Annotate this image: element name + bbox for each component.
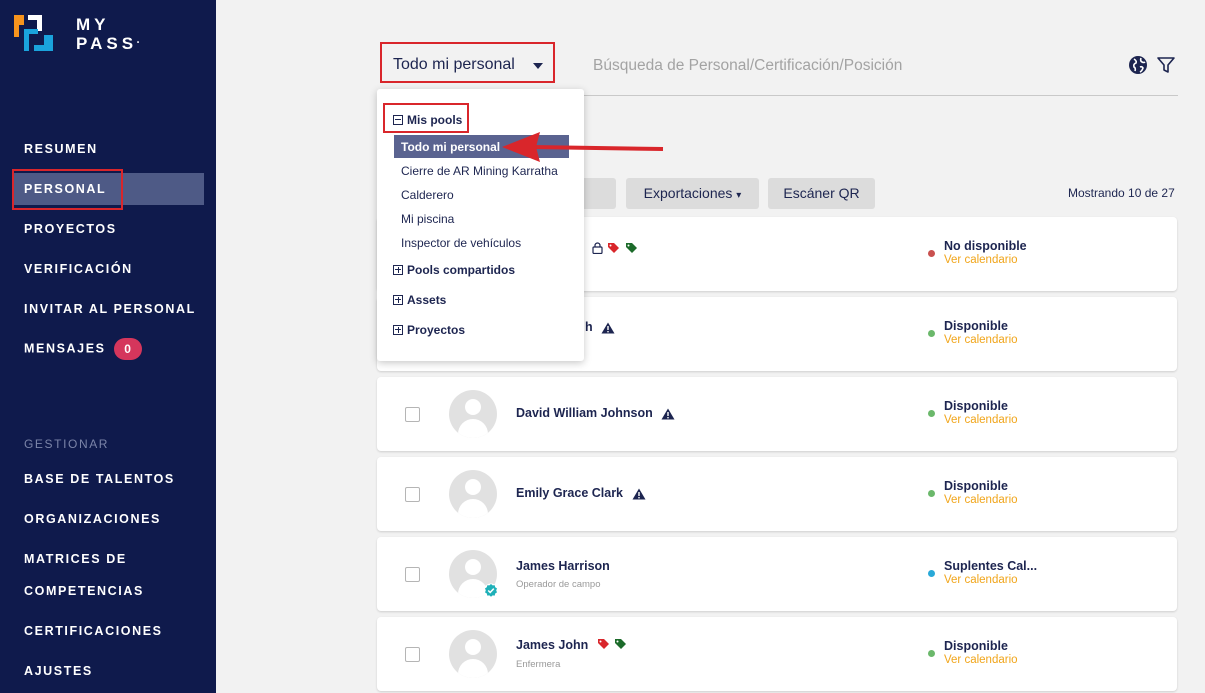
sidebar-item-verificacion[interactable]: VERIFICACIÓN	[24, 262, 133, 276]
sidebar-item-mensajes-label: MENSAJES	[24, 341, 106, 356]
expand-icon	[393, 324, 403, 335]
sidebar-item-organizaciones[interactable]: ORGANIZACIONES	[24, 512, 161, 526]
verified-badge-icon	[483, 583, 499, 599]
expand-icon	[393, 294, 403, 305]
globe-icon[interactable]	[1128, 55, 1148, 75]
section-label-gestionar: GESTIONAR	[24, 437, 110, 451]
row-checkbox[interactable]	[405, 567, 420, 582]
dropdown-item-pool[interactable]: Cierre de AR Mining Karratha	[401, 164, 558, 178]
dropdown-item-pool[interactable]: Inspector de vehículos	[401, 236, 521, 250]
sidebar-item-resumen[interactable]: RESUMEN	[24, 142, 98, 156]
status-dot	[928, 490, 935, 497]
person-role: Operador de campo	[516, 579, 601, 590]
status-label: Disponible	[944, 399, 1008, 413]
exports-button[interactable]: Exportaciones ▾	[626, 178, 759, 209]
view-calendar-link[interactable]: Ver calendario	[944, 414, 1018, 426]
sidebar-item-matrices[interactable]: MATRICES DE	[24, 552, 127, 566]
dropdown-group-projects[interactable]: Proyectos	[393, 323, 465, 337]
status-label: No disponible	[944, 239, 1027, 253]
dropdown-group-shared-pools[interactable]: Pools compartidos	[393, 263, 515, 277]
status-dot	[928, 330, 935, 337]
row-checkbox[interactable]	[405, 487, 420, 502]
expand-icon	[393, 264, 403, 275]
annotation-arrow	[502, 132, 664, 162]
collapse-icon	[393, 114, 403, 125]
row-checkbox[interactable]	[405, 407, 420, 422]
view-calendar-link[interactable]: Ver calendario	[944, 334, 1018, 346]
results-count: Mostrando 10 de 27	[1068, 186, 1175, 200]
chevron-down-icon[interactable]	[533, 63, 543, 69]
dropdown-item-pool[interactable]: Calderero	[401, 188, 454, 202]
avatar	[449, 470, 497, 518]
sidebar: MY PASS• RESUMEN PERSONAL PROYECTOS VERI…	[0, 0, 216, 693]
person-name-row[interactable]: James John	[516, 638, 627, 652]
sidebar-item-proyectos[interactable]: PROYECTOS	[24, 222, 117, 236]
person-card[interactable]: James John Enfermera Disponible Ver cale…	[377, 617, 1177, 691]
status-dot	[928, 650, 935, 657]
dropdown-group-label: Pools compartidos	[407, 263, 516, 277]
qr-scanner-button[interactable]: Escáner QR	[768, 178, 875, 209]
warning-icon	[601, 322, 615, 334]
red-tag-icon	[597, 638, 609, 649]
person-name: Emily Grace Clark	[516, 486, 624, 500]
person-name[interactable]: James Harrison	[516, 559, 610, 573]
dropdown-group-my-pools[interactable]: Mis pools	[393, 113, 462, 127]
person-role: Enfermera	[516, 659, 561, 670]
exports-caret-icon: ▾	[736, 190, 742, 201]
brand-line-1: MY	[76, 15, 110, 34]
person-name: James John	[516, 638, 589, 652]
person-name-row[interactable]: Emily Grace Clark	[516, 486, 646, 500]
search-input[interactable]: Búsqueda de Personal/Certificación/Posic…	[593, 57, 902, 75]
status-label: Disponible	[944, 319, 1008, 333]
green-tag-icon	[615, 638, 627, 649]
status-dot	[928, 250, 935, 257]
messages-count-badge: 0	[113, 338, 142, 360]
sidebar-item-certificaciones[interactable]: CERTIFICACIONES	[24, 624, 163, 638]
person-name-row: h	[585, 320, 615, 334]
sidebar-item-mensajes[interactable]: MENSAJES 0	[24, 338, 142, 360]
dropdown-group-label: Assets	[407, 293, 447, 307]
sidebar-item-personal[interactable]: PERSONAL	[24, 182, 106, 196]
trademark-mark: •	[137, 40, 140, 46]
brand-name: MY PASS•	[76, 15, 139, 53]
status-label: Suplentes Cal...	[944, 559, 1038, 573]
lock-icon	[592, 242, 603, 254]
dropdown-item-pool[interactable]: Mi piscina	[401, 212, 454, 226]
person-card[interactable]: David William Johnson Disponible Ver cal…	[377, 377, 1177, 451]
exports-label: Exportaciones	[643, 185, 733, 201]
dropdown-item-selected-label: Todo mi personal	[401, 140, 501, 154]
person-name: h	[585, 320, 593, 334]
green-tag-icon	[625, 242, 637, 253]
dropdown-group-label: Mis pools	[407, 113, 463, 127]
avatar	[449, 390, 497, 438]
filter-icon[interactable]	[1156, 55, 1176, 75]
pool-select[interactable]: Todo mi personal	[393, 56, 515, 74]
mypass-logo[interactable]	[14, 15, 54, 51]
person-card[interactable]: Emily Grace Clark Disponible Ver calenda…	[377, 457, 1177, 531]
warning-icon	[661, 408, 675, 420]
dropdown-group-assets[interactable]: Assets	[393, 293, 446, 307]
status-dot	[928, 570, 935, 577]
view-calendar-link[interactable]: Ver calendario	[944, 494, 1018, 506]
person-card[interactable]: James Harrison Operador de campo Suplent…	[377, 537, 1177, 611]
view-calendar-link[interactable]: Ver calendario	[944, 574, 1018, 586]
view-calendar-link[interactable]: Ver calendario	[944, 254, 1018, 266]
warning-icon	[632, 488, 645, 500]
view-calendar-link[interactable]: Ver calendario	[944, 654, 1018, 666]
avatar	[449, 630, 497, 678]
person-name-row[interactable]: David William Johnson	[516, 406, 675, 420]
status-label: Disponible	[944, 639, 1008, 653]
sidebar-item-invitar[interactable]: INVITAR AL PERSONAL	[24, 302, 196, 316]
dropdown-group-label: Proyectos	[407, 323, 466, 337]
brand-line-2-text: PASS	[76, 34, 138, 53]
sidebar-item-ajustes[interactable]: AJUSTES	[24, 664, 93, 678]
status-label: Disponible	[944, 479, 1008, 493]
status-dot	[928, 410, 935, 417]
person-name: David William Johnson	[516, 406, 653, 420]
sidebar-item-base-talentos[interactable]: BASE DE TALENTOS	[24, 472, 175, 486]
red-tag-icon	[608, 242, 620, 253]
sidebar-item-competencias[interactable]: COMPETENCIAS	[24, 584, 144, 598]
row-checkbox[interactable]	[405, 647, 420, 662]
brand-line-2: PASS•	[76, 34, 139, 53]
